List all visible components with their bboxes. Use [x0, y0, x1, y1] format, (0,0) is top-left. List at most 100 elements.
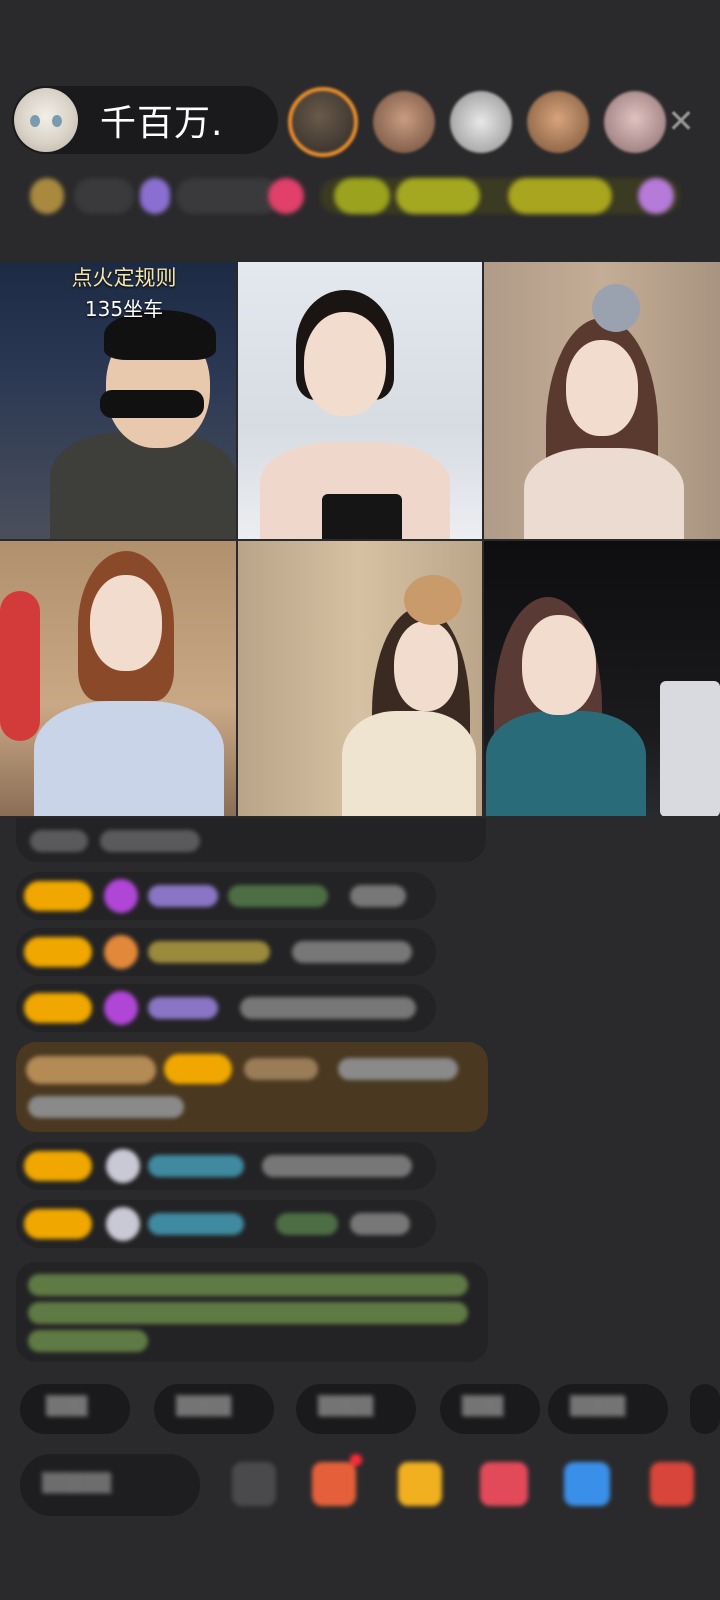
notice-highlight: [508, 178, 612, 214]
person-figure: [394, 621, 458, 711]
chat-input-placeholder: ▒▒▒▒▒: [42, 1473, 112, 1494]
person-figure: [566, 340, 638, 436]
room-info-row[interactable]: [20, 174, 700, 218]
seat-rule-price: 135坐车: [84, 297, 164, 321]
menu-icon[interactable]: [650, 1462, 694, 1506]
person-figure: [90, 575, 162, 671]
bear-ears-icon: [404, 575, 462, 625]
diamond-icon: [104, 879, 138, 913]
chat-username: [148, 1213, 244, 1235]
chat-message-text: [100, 830, 200, 852]
chat-message[interactable]: [16, 928, 436, 976]
chat-message[interactable]: [16, 872, 436, 920]
bottom-toolbar: ▒▒▒▒▒: [20, 1452, 720, 1524]
level-badge: [164, 1054, 232, 1084]
person-figure: [304, 312, 386, 416]
chat-message-text: [30, 830, 88, 852]
chat-username: [148, 1155, 244, 1177]
chat-message[interactable]: [16, 818, 486, 862]
fire-icon: [104, 935, 138, 969]
person-figure: [486, 711, 646, 816]
chat-username: [244, 1058, 318, 1080]
rank-badge-icon: [30, 178, 64, 214]
gift-icon: [638, 178, 674, 214]
chat-message-text: [350, 885, 406, 907]
notice-text: [28, 1302, 468, 1324]
video-tile-guest[interactable]: [238, 262, 482, 539]
video-tile-guest[interactable]: [238, 541, 482, 816]
viewer-avatar[interactable]: [450, 91, 512, 153]
seat-rule-title: 点火定规则: [71, 266, 177, 290]
chat-message-highlight[interactable]: [16, 1042, 488, 1132]
person-figure: [342, 711, 476, 816]
chat-message-text: [292, 941, 412, 963]
close-icon: ✕: [667, 102, 695, 140]
shelf-object: [660, 681, 720, 816]
more-icon[interactable]: [232, 1462, 276, 1506]
chat-message-text: [350, 1213, 410, 1235]
chat-message[interactable]: [16, 1142, 436, 1190]
quick-reply-button[interactable]: ▒▒▒▒: [296, 1384, 416, 1434]
quick-reply-label: ▒▒▒▒: [176, 1396, 232, 1417]
guest-video-grid: 点火定规则 135坐车: [0, 262, 720, 816]
level-badge: [24, 937, 92, 967]
chat-message-text: [262, 1155, 412, 1177]
plush-toy-icon: [0, 591, 40, 741]
video-tile-guest[interactable]: [484, 541, 720, 816]
quick-reply-button[interactable]: ▒▒▒▒: [154, 1384, 274, 1434]
fans-icon: [140, 178, 170, 214]
viewer-avatar[interactable]: [373, 91, 435, 153]
chat-username: [148, 885, 218, 907]
quick-reply-button[interactable]: ▒▒▒: [440, 1384, 540, 1434]
quick-reply-label: ▒▒▒▒: [318, 1396, 374, 1417]
info-chip: [176, 178, 280, 214]
quick-reply-button[interactable]: ▒▒▒: [20, 1384, 130, 1434]
chat-message-text: [228, 885, 328, 907]
shop-icon[interactable]: [312, 1454, 362, 1506]
quick-reply-button[interactable]: ▒▒▒▒: [548, 1384, 668, 1434]
viewer-avatar[interactable]: [604, 91, 666, 153]
avatar-eye: [52, 115, 62, 127]
notice-text: [28, 1274, 468, 1296]
host-name: 千百万.: [100, 103, 224, 144]
level-badge: [24, 1209, 92, 1239]
chat-message-text: [338, 1058, 458, 1080]
quick-reply-row: ▒▒▒ ▒▒▒▒ ▒▒▒▒ ▒▒▒ ▒▒▒▒: [20, 1384, 720, 1436]
video-tile-guest[interactable]: [0, 541, 236, 816]
chat-message-text: [276, 1213, 338, 1235]
person-figure: [50, 432, 236, 539]
level-badge: [24, 993, 92, 1023]
quick-reply-button[interactable]: [690, 1384, 720, 1434]
chat-input[interactable]: ▒▒▒▒▒: [20, 1454, 200, 1516]
host-avatar[interactable]: [14, 88, 78, 152]
notice-text: [28, 1330, 148, 1352]
video-tile-guest[interactable]: [484, 262, 720, 539]
gift-icon[interactable]: [398, 1462, 442, 1506]
chat-message[interactable]: [16, 1200, 436, 1248]
user-avatar-icon: [106, 1207, 140, 1241]
person-figure: [524, 448, 684, 539]
chat-username: [148, 997, 218, 1019]
viewer-avatar[interactable]: [288, 87, 358, 157]
vip-badge: [26, 1056, 156, 1084]
quick-reply-label: ▒▒▒: [46, 1396, 88, 1417]
notice-highlight: [334, 178, 390, 214]
video-tile-host[interactable]: 点火定规则 135坐车: [0, 262, 236, 539]
avatar-eye: [30, 115, 40, 127]
person-figure: [522, 615, 596, 715]
viewer-avatar[interactable]: [527, 91, 589, 153]
quick-reply-label: ▒▒▒: [462, 1396, 504, 1417]
level-badge: [24, 881, 92, 911]
chat-message[interactable]: [16, 984, 436, 1032]
interaction-icon[interactable]: [480, 1462, 528, 1506]
host-info-pill[interactable]: 千百万.: [12, 86, 278, 154]
sunglasses-icon: [100, 390, 204, 418]
viewer-avatar-list: [288, 86, 681, 158]
person-figure: [322, 494, 402, 539]
message-icon[interactable]: [564, 1462, 610, 1506]
level-badge: [24, 1151, 92, 1181]
close-button[interactable]: ✕: [664, 104, 698, 138]
chat-username: [148, 941, 270, 963]
seat-rule-overlay: 点火定规则 135坐车: [60, 262, 188, 324]
chat-message-text: [240, 997, 416, 1019]
